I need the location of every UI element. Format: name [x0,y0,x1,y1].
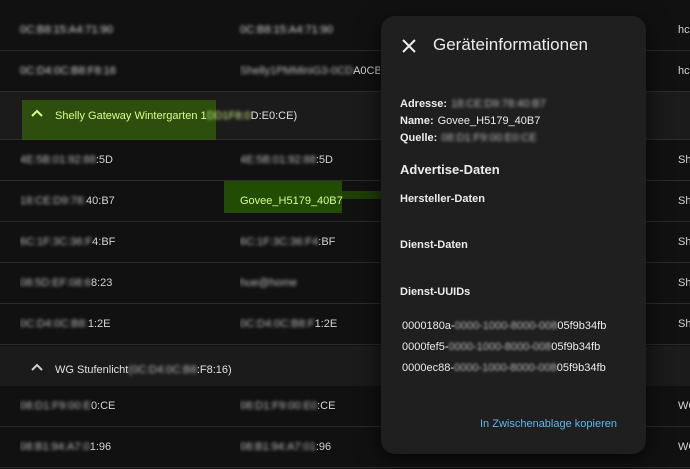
name-cell: 4E:5B:01:92:88:5D [240,140,380,180]
name-blurred: 1:92:88 [279,154,316,166]
source-label: Quelle: [400,132,438,144]
name-visible: :96 [315,441,332,453]
name-value: Govee_H5179_40B7 [437,115,541,127]
name-blurred: 4E:5B:0 [240,154,280,166]
name-visible: :CE [317,400,336,412]
dialog-title: Geräteinformationen [433,35,588,54]
mac-visible: 1:96 [89,441,112,453]
group-title: Shelly Gateway Wintergarten 1DD1F8:0D:E0… [55,92,297,140]
mac-cell: 0C:B8:15:A4:71:90 [20,24,113,36]
name-blurred: 6C:1F:3C:36:F4 [240,236,319,248]
chevron-up-icon[interactable] [30,360,44,374]
extra-cell: Sh [678,277,690,289]
name-blurred: 0C:D4:0C:B8:F [240,318,315,330]
mac-blurred: 0C:D4:0C:B8: [20,318,88,330]
mac-blurred: 18:CE:D9:78: [20,195,87,207]
group-title-suffix: :F8:16) [196,364,232,376]
address-value: 18:CE:D9:78:40:B7 [451,98,546,110]
name-cell-blurred: Shelly1PMMiniG3-0CD [240,65,354,77]
name-blurred: 08:B1:94:A7:01 [240,441,316,453]
uuid-visible: 05f9b34fb [556,362,606,374]
mac-cell: 08:5D:EF:08:68:23 [20,263,220,303]
mac-blurred: 08:D1:F9:00:E [20,400,91,412]
uuid-visible: 0000180a- [402,320,455,332]
extra-cell: WG [678,400,690,412]
mac-blurred: 08:5D:EF:08:6 [20,277,91,289]
mac-visible: :5D [95,154,113,166]
uuid-visible: 05f9b34fb [551,341,601,353]
name-cell: Shelly1PMMiniG3-0CDA0CB8F8 [240,51,380,91]
name-label: Name: [400,115,434,127]
name-cell-visible: A0CB8F8 [353,65,380,77]
mac-blurred: 6C:1F:3C:36:F [20,236,93,248]
service-data-label: Dienst-Daten [400,239,468,251]
extra-cell: hc [678,65,690,77]
uuid-item: 0000ec88-0000-1000-8000-00805f9b34fb [402,362,606,374]
uuid-blurred: 0000-1000-8000-008 [454,362,557,374]
name-visible: :BF [318,236,336,248]
copy-to-clipboard-button[interactable]: In Zwischenablage kopieren [480,418,617,430]
extra-cell: hc [678,24,690,36]
source-line: Quelle: 08:D1:F9:00:E0:CE [400,131,537,145]
source-value: 08:D1:F9:00:E0:CE [441,132,537,144]
group-title-blurred: (0C:D4:0C:B8 [128,364,197,376]
close-icon[interactable] [401,38,417,54]
name-cell: Govee_H5179_40B7 [240,195,343,207]
group-title-text: WG Stufenlicht [55,364,129,376]
mac-cell: 08:B1:94:A7:01:96 [20,427,220,467]
name-cell: 0C:D4:0C:B8:F1:2E [240,304,380,344]
uuid-visible: 0000fef5- [402,341,449,353]
group-title-blurred: DD1F8:0 [206,110,251,122]
group-title-text: Shelly Gateway Wintergarten 1 [55,110,207,122]
uuid-visible: 0000ec88- [402,362,454,374]
name-visible: :5D [315,154,333,166]
uuid-blurred: 0000-1000-8000-008 [448,341,552,353]
manufacturer-data-label: Hersteller-Daten [400,193,485,205]
mac-blurred: 08:B1:94:A7:0 [20,441,90,453]
uuid-visible: 05f9b34fb [557,320,607,332]
address-line: Adresse: 18:CE:D9:78:40:B7 [400,97,546,111]
mac-visible: 8:23 [90,277,113,289]
name-cell: 08:D1:F9:00:E0:CE [240,386,380,426]
mac-cell: 18:CE:D9:78:40:B7 [20,181,220,221]
name-blurred: hue@home [240,277,298,289]
uuid-blurred: 0000-1000-8000-008 [454,320,558,332]
name-cell: 6C:1F:3C:36:F4:BF [240,222,380,262]
extra-cell: Sh [678,236,690,248]
mac-visible: 1:2E [87,318,111,330]
name-visible: 1:2E [314,318,338,330]
mac-cell: 08:D1:F9:00:E0:CE [20,386,220,426]
advertise-heading: Advertise-Daten [400,162,500,177]
mac-cell: 4E:5B:01:92:88:5D [20,140,220,180]
name-cell: hue@home [240,263,380,303]
extra-cell: Sh [678,154,690,166]
mac-cell: 0C:D4:0C:B8:F8:16 [20,65,116,77]
extra-cell: Sh [678,195,690,207]
device-info-dialog: Geräteinformationen Adresse: 18:CE:D9:78:… [381,16,646,454]
name-cell: 08:B1:94:A7:01:96 [240,427,380,467]
mac-cell: 6C:1F:3C:36:F4:BF [20,222,220,262]
mac-visible: 0:CE [90,400,116,412]
name-line: Name: Govee_H5179_40B7 [400,114,540,128]
mac-cell: 0C:D4:0C:B8:1:2E [20,304,220,344]
uuid-item: 0000180a-0000-1000-8000-00805f9b34fb [402,320,606,332]
chevron-up-icon[interactable] [30,106,44,120]
extra-cell: WG [678,441,690,453]
uuid-item: 0000fef5-0000-1000-8000-00805f9b34fb [402,341,600,353]
group-title-suffix: D:E0:CE) [250,110,298,122]
name-cell: 0C:B8:15:A4:71:90 [240,24,333,36]
mac-visible: 4:BF [92,236,116,248]
mac-blurred: 1:92:88 [59,154,96,166]
extra-cell: Sh [678,318,690,330]
name-blurred: 08:D1:F9:00:E0 [240,400,318,412]
mac-visible: 40:B7 [86,195,115,207]
service-uuids-label: Dienst-UUIDs [400,286,471,298]
mac-blurred: 4E:5B:0 [20,154,60,166]
address-label: Adresse: [400,98,448,110]
